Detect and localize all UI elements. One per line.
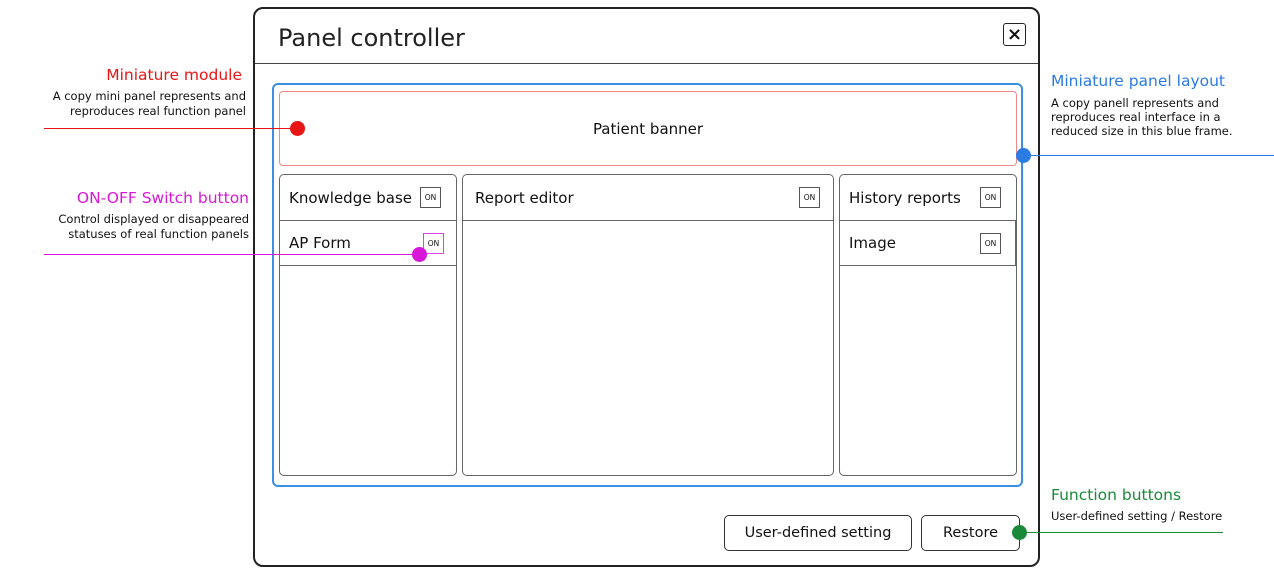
annotation-miniature-layout-title: Miniature panel layout [1051, 72, 1225, 90]
panel-label: Report editor [475, 188, 574, 207]
restore-button[interactable]: Restore [921, 515, 1020, 551]
annotation-miniature-layout-desc-2: reproduces real interface in a [1051, 110, 1221, 124]
annotation-miniature-module-desc-2: reproduces real function panel [70, 104, 246, 118]
annotation-miniature-module-title: Miniature module [106, 66, 242, 84]
panel-image: Image ON [840, 221, 1016, 266]
annotation-switch-button-desc-1: Control displayed or disappeared [58, 212, 249, 226]
annotation-switch-button-desc-2: statuses of real function panels [68, 227, 249, 241]
panel-label: History reports [849, 188, 961, 207]
right-panel-column: History reports ON Image ON [839, 174, 1017, 476]
panel-label: AP Form [289, 234, 351, 252]
toggle-report-editor[interactable]: ON [799, 187, 820, 208]
user-defined-setting-button[interactable]: User-defined setting [724, 515, 912, 551]
panel-label: Knowledge base [289, 188, 412, 207]
annotation-magenta-leader-line [44, 254, 419, 255]
annotation-miniature-layout-desc-1: A copy panell represents and [1051, 96, 1219, 110]
left-panel-column: Knowledge base ON AP Form ON [279, 174, 457, 476]
close-button[interactable]: × [1003, 23, 1026, 46]
annotation-miniature-layout-desc-3: reduced size in this blue frame. [1051, 124, 1233, 138]
panel-history-reports: History reports ON [840, 175, 1016, 221]
annotation-green-leader-line [1020, 532, 1223, 533]
panel-knowledge-base: Knowledge base ON [280, 175, 456, 221]
middle-panel-column: Report editor ON [462, 174, 834, 476]
title-divider [255, 63, 1038, 64]
toggle-history-reports[interactable]: ON [980, 187, 1001, 208]
annotation-red-leader-line [44, 128, 297, 129]
toggle-knowledge-base[interactable]: ON [420, 187, 441, 208]
annotation-blue-marker [1016, 148, 1031, 163]
annotation-switch-button-title: ON-OFF Switch button [76, 189, 249, 207]
annotation-miniature-module-desc-1: A copy mini panel represents and [52, 89, 246, 103]
patient-banner-label: Patient banner [592, 119, 704, 138]
panel-report-editor: Report editor ON [463, 175, 833, 221]
dialog-title: Panel controller [278, 24, 465, 52]
annotation-function-buttons-desc-1: User-defined setting / Restore [1051, 509, 1223, 523]
annotation-red-marker [290, 121, 305, 136]
annotation-green-marker [1012, 525, 1027, 540]
patient-banner: Patient banner [279, 91, 1017, 166]
annotation-blue-leader-line [1024, 155, 1274, 156]
annotation-function-buttons-title: Function buttons [1051, 486, 1182, 504]
panel-label: Image [849, 234, 896, 252]
close-icon: × [1006, 23, 1023, 45]
annotation-magenta-marker [412, 247, 427, 262]
toggle-image[interactable]: ON [980, 233, 1001, 254]
panel-ap-form: AP Form ON [280, 221, 456, 266]
